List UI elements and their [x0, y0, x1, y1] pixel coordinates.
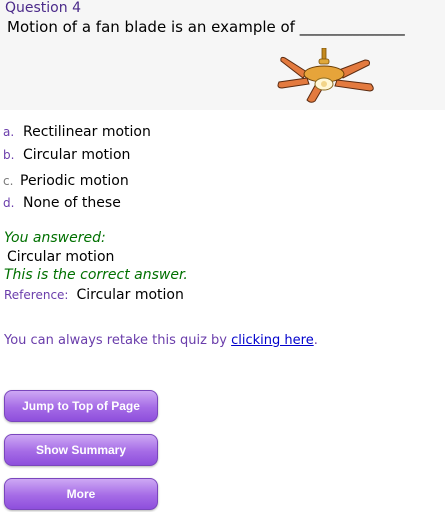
retake-prefix: You can always retake this quiz by: [4, 333, 232, 348]
option-letter: d.: [3, 196, 15, 210]
option-letter: c.: [3, 174, 14, 188]
more-button[interactable]: More: [4, 478, 158, 510]
option-b[interactable]: b. Circular motion: [3, 147, 130, 163]
reference-value: Circular motion: [76, 287, 184, 303]
option-text: Periodic motion: [20, 173, 129, 189]
question-panel: Question 4 Motion of a fan blade is an e…: [0, 0, 445, 110]
option-d[interactable]: d. None of these: [3, 195, 121, 211]
reference-label: Reference:: [4, 288, 69, 302]
answered-label: You answered:: [4, 230, 106, 246]
retake-message: You can always retake this quiz by click…: [4, 333, 318, 348]
option-text: None of these: [23, 195, 121, 211]
reference-row: Reference: Circular motion: [4, 287, 184, 303]
show-summary-button[interactable]: Show Summary: [4, 434, 158, 466]
option-text: Rectilinear motion: [23, 124, 151, 140]
option-c[interactable]: c. Periodic motion: [3, 173, 129, 189]
option-a[interactable]: a. Rectilinear motion: [3, 124, 151, 140]
jump-to-top-button[interactable]: Jump to Top of Page: [4, 390, 158, 422]
correct-answer-message: This is the correct answer.: [4, 267, 188, 283]
option-letter: b.: [3, 148, 15, 162]
retake-suffix: .: [313, 333, 318, 348]
question-text: Motion of a fan blade is an example of _…: [7, 18, 405, 36]
ceiling-fan-image: [277, 48, 374, 103]
question-title: Question 4: [5, 0, 81, 16]
option-text: Circular motion: [23, 147, 131, 163]
retake-link[interactable]: clicking here: [231, 333, 314, 348]
option-letter: a.: [3, 125, 15, 139]
answered-value: Circular motion: [7, 249, 115, 265]
